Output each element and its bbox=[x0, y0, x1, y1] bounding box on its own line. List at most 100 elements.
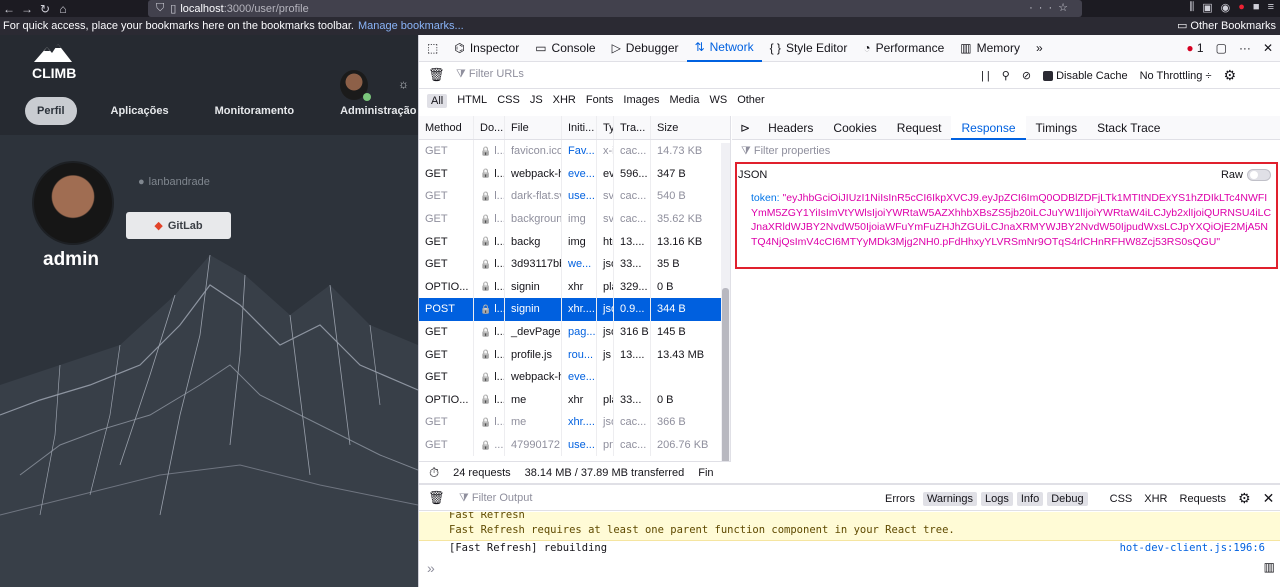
url-bar[interactable]: ⛉ ▯ localhost:3000/user/profile ···☆ bbox=[148, 0, 1082, 17]
tab-console[interactable]: ▭ Console bbox=[527, 35, 603, 62]
tab-response[interactable]: Response bbox=[951, 115, 1026, 140]
col-transferred[interactable]: Tra... bbox=[614, 116, 651, 139]
tab-timings[interactable]: Timings bbox=[1026, 116, 1088, 140]
theme-toggle-icon[interactable]: ☼ bbox=[398, 77, 409, 91]
col-type[interactable]: Ty bbox=[597, 116, 614, 139]
tab-stack-trace[interactable]: Stack Trace bbox=[1087, 116, 1170, 140]
filter-xhr[interactable]: XHR bbox=[553, 94, 576, 108]
scrollbar-thumb[interactable] bbox=[722, 288, 729, 478]
url-actions-icon[interactable]: ···☆ bbox=[1029, 1, 1074, 14]
stopwatch-icon[interactable]: ⏱ bbox=[429, 465, 439, 481]
manage-bookmarks-link[interactable]: Manage bookmarks... bbox=[358, 20, 464, 32]
level-errors[interactable]: Errors bbox=[881, 492, 919, 506]
tab-headers[interactable]: Headers bbox=[758, 116, 823, 140]
tab-inspector[interactable]: ⌬ Inspector bbox=[446, 35, 527, 62]
dock-icon[interactable]: ▢ bbox=[1216, 41, 1227, 55]
tab-style-editor[interactable]: { } Style Editor bbox=[762, 35, 856, 62]
nav-aplicacoes[interactable]: Aplicações bbox=[99, 97, 181, 125]
raw-toggle[interactable]: Raw bbox=[1221, 169, 1271, 181]
filter-urls-input[interactable]: ⧩ Filter URLs bbox=[456, 68, 524, 81]
source-xhr[interactable]: XHR bbox=[1140, 492, 1171, 506]
col-initiator[interactable]: Initi... bbox=[562, 116, 597, 139]
token-entry[interactable]: token: "eyJhbGciOiJIUzI1NiIsInR5cCI6IkpX… bbox=[751, 191, 1272, 249]
col-size[interactable]: Size bbox=[651, 116, 711, 139]
table-row[interactable]: GET🔒l...mexhr....jsocac...366 B bbox=[419, 411, 730, 434]
raw-switch[interactable] bbox=[1247, 169, 1271, 181]
reload-icon[interactable]: ↻ bbox=[36, 2, 54, 16]
filter-css[interactable]: CSS bbox=[497, 94, 520, 108]
request-scrollbar[interactable] bbox=[721, 143, 730, 479]
close-console-icon[interactable]: ✕ bbox=[1263, 490, 1275, 507]
search-icon[interactable]: ⚲ bbox=[1002, 69, 1010, 82]
table-row[interactable]: GET 🔒 l... profile.js rou... js 13.... 13.43 MB bbox=[419, 343, 730, 366]
col-method[interactable]: Method bbox=[419, 116, 474, 139]
other-bookmarks[interactable]: ▭ Other Bookmarks bbox=[1177, 19, 1276, 32]
filter-fonts[interactable]: Fonts bbox=[586, 94, 614, 108]
source-css[interactable]: CSS bbox=[1106, 492, 1137, 506]
table-row[interactable]: GET 🔒 l... webpack-h eve... bbox=[419, 365, 730, 389]
tab-cookies[interactable]: Cookies bbox=[823, 116, 886, 140]
tab-memory[interactable]: ▥ Memory bbox=[952, 35, 1028, 62]
filter-images[interactable]: Images bbox=[623, 94, 659, 108]
sidebar-icon[interactable]: ▣ bbox=[1202, 1, 1212, 14]
extension-icon[interactable]: ● bbox=[1238, 1, 1245, 14]
account-icon[interactable]: ◉ bbox=[1221, 1, 1231, 14]
error-badge[interactable]: ● 1 bbox=[1186, 41, 1203, 55]
nav-perfil[interactable]: Perfil bbox=[25, 97, 77, 125]
table-row[interactable]: GET 🔒 l... webpack-h eve... ev 596... 347 B bbox=[419, 162, 730, 186]
nav-administracao[interactable]: Administração bbox=[328, 97, 418, 125]
table-row[interactable]: GET 🔒 l... dark-flat.sv use... sv cac... 540 B bbox=[419, 185, 730, 208]
table-row[interactable]: OPTIO...🔒l...signinxhrpla329...0 B bbox=[419, 275, 730, 299]
gitlab-button[interactable]: ◆ GitLab bbox=[126, 212, 231, 239]
more-options-icon[interactable]: ··· bbox=[1239, 41, 1251, 55]
close-devtools-icon[interactable]: ✕ bbox=[1263, 41, 1273, 55]
source-requests[interactable]: Requests bbox=[1176, 492, 1230, 506]
tab-request[interactable]: Request bbox=[887, 116, 952, 140]
disable-cache-checkbox[interactable]: Disable Cache bbox=[1043, 70, 1128, 82]
level-info[interactable]: Info bbox=[1016, 491, 1044, 506]
col-file[interactable]: File bbox=[505, 116, 562, 139]
level-debug[interactable]: Debug bbox=[1047, 491, 1088, 506]
nav-monitoramento[interactable]: Monitoramento bbox=[203, 97, 306, 125]
clear-icon[interactable]: 🗑 bbox=[428, 67, 445, 83]
tab-performance[interactable]: ◔ Performance bbox=[855, 35, 952, 62]
table-row[interactable]: GET 🔒 l... favicon.ico Fav... x-i cac... 14.73 … bbox=[419, 140, 730, 163]
filter-properties-input[interactable]: ⧩ Filter properties bbox=[741, 145, 830, 158]
extension2-icon[interactable]: ■ bbox=[1253, 1, 1260, 14]
table-row[interactable]: GET🔒l..._devPagespag...jso316 B145 B bbox=[419, 320, 730, 344]
table-row[interactable]: OPTIO...🔒l...mexhrpla33...0 B bbox=[419, 388, 730, 412]
filter-media[interactable]: Media bbox=[669, 94, 699, 108]
message-source-link[interactable]: hot-dev-client.js:196:6 bbox=[1120, 542, 1265, 554]
home-icon[interactable]: ⌂ bbox=[54, 2, 72, 16]
toggle-sidebar-icon[interactable]: ⊳ bbox=[732, 116, 758, 140]
level-warnings[interactable]: Warnings bbox=[922, 491, 978, 506]
github-username[interactable]: ● lanbandrade bbox=[138, 176, 210, 188]
console-prompt-icon[interactable]: » bbox=[427, 560, 435, 576]
filter-other[interactable]: Other bbox=[737, 94, 765, 108]
console-clear-icon[interactable]: 🗑 bbox=[428, 490, 445, 506]
pick-element-icon[interactable]: ⬚ bbox=[419, 35, 446, 62]
tab-debugger[interactable]: ▷ Debugger bbox=[604, 35, 687, 62]
block-icon[interactable]: ⊘ bbox=[1022, 69, 1031, 82]
table-row[interactable]: GET🔒l...3d93117bbwe...jso33...35 B bbox=[419, 252, 730, 276]
network-settings-icon[interactable]: ⚙ bbox=[1223, 67, 1236, 84]
table-row[interactable]: GET🔒l...backgimghtr13....13.16 KB bbox=[419, 230, 730, 253]
climb-logo[interactable]: CLIMB bbox=[32, 43, 76, 81]
back-icon[interactable]: ← bbox=[0, 2, 18, 16]
filter-all[interactable]: All bbox=[427, 94, 448, 108]
table-row[interactable]: GET🔒...47990172use...pncac...206.76 KB bbox=[419, 433, 730, 457]
library-icon[interactable]: ⫼ bbox=[1189, 1, 1194, 14]
throttling-select[interactable]: No Throttling ÷ bbox=[1140, 70, 1212, 82]
table-row[interactable]: POST🔒l...signinxhr....jso0.9...344 B bbox=[419, 298, 730, 321]
pause-icon[interactable]: | | bbox=[981, 70, 990, 82]
filter-js[interactable]: JS bbox=[530, 94, 543, 108]
console-settings-icon[interactable]: ⚙ bbox=[1238, 490, 1251, 507]
level-logs[interactable]: Logs bbox=[981, 491, 1013, 506]
table-row[interactable]: GET 🔒 l... backgroun img sv cac... 35.62 KB bbox=[419, 207, 730, 231]
console-filter-input[interactable]: ⧩ Filter Output bbox=[459, 492, 532, 505]
tab-network[interactable]: ⇅ Network bbox=[686, 35, 762, 62]
console-sidebar-icon[interactable]: ▥ bbox=[1264, 560, 1275, 574]
forward-icon[interactable]: → bbox=[18, 2, 36, 16]
filter-ws[interactable]: WS bbox=[709, 94, 727, 108]
menu-icon[interactable]: ≡ bbox=[1268, 1, 1274, 14]
